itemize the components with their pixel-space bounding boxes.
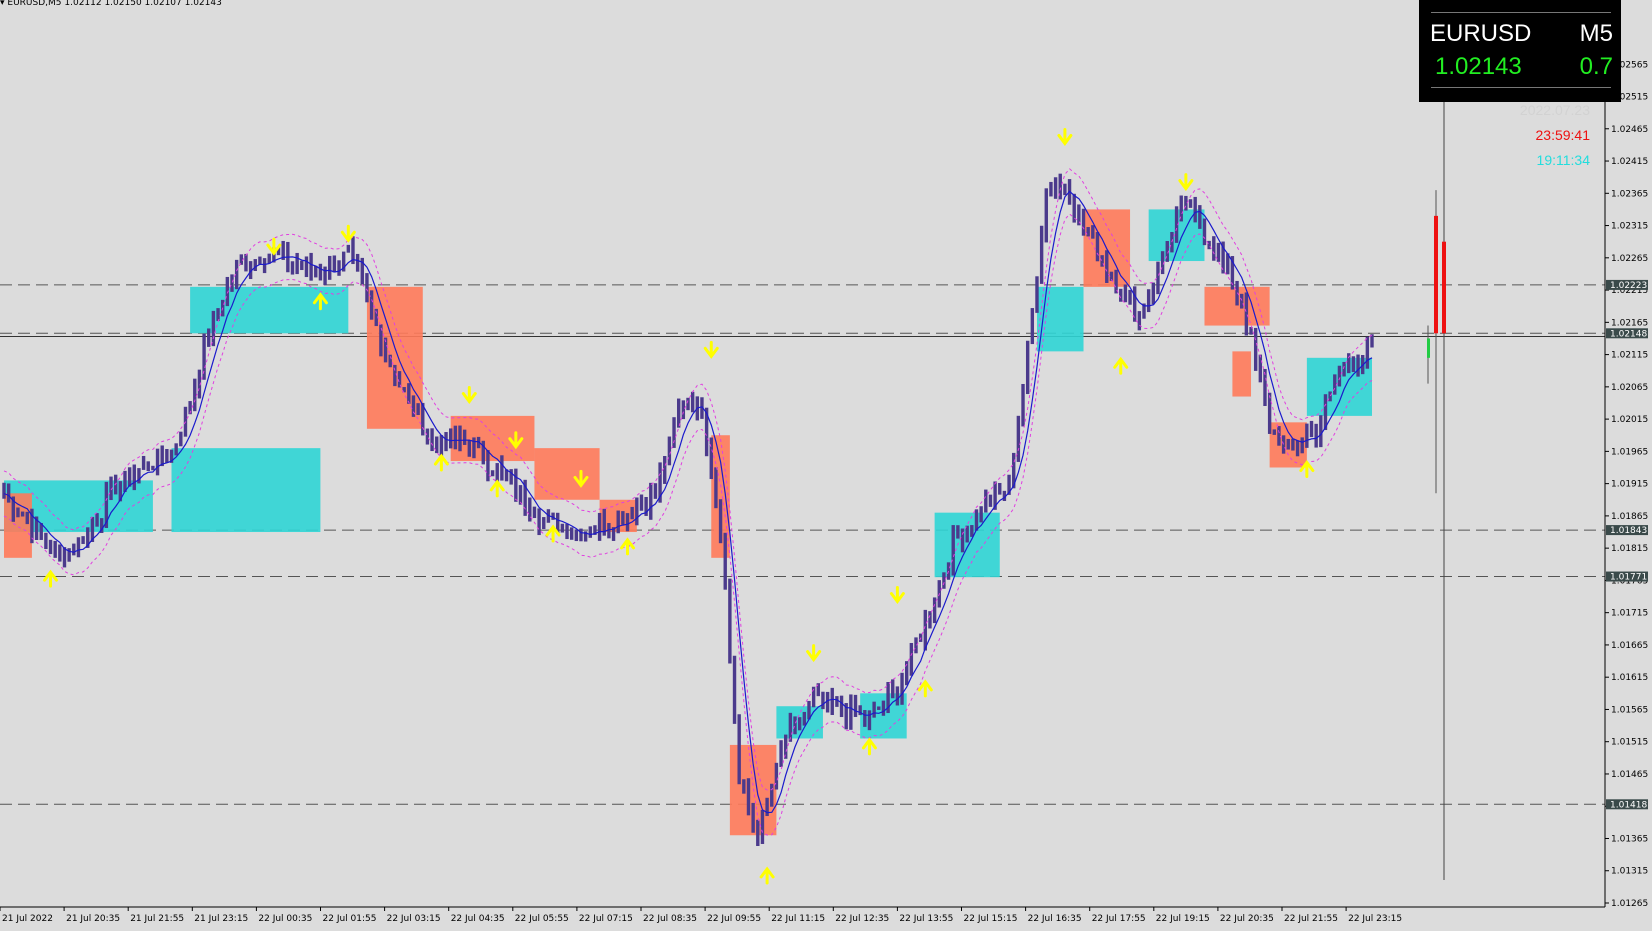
panel-spread: 0.7 (1579, 53, 1613, 80)
panel-bid: 1.02143 (1435, 53, 1522, 80)
y-tick-label: 1.02415 (1611, 157, 1648, 167)
y-tick-label: 1.01965 (1611, 447, 1648, 457)
panel-timeframe: M5 (1579, 20, 1613, 47)
level-price-label: 1.01418 (1610, 800, 1647, 810)
x-tick-label: 22 Jul 05:55 (515, 914, 569, 924)
bull-box (934, 512, 1000, 578)
countdown-red: 23:59:41 (1535, 127, 1591, 143)
y-tick-label: 1.02465 (1611, 125, 1648, 135)
y-tick-label: 1.01265 (1611, 899, 1648, 909)
y-tick-label: 1.01515 (1611, 738, 1648, 748)
panel-divider (1431, 12, 1611, 13)
y-tick-label: 1.02265 (1611, 254, 1648, 264)
y-tick-label: 1.01865 (1611, 512, 1648, 522)
bull-box (860, 693, 907, 739)
y-tick-label: 1.02115 (1611, 351, 1648, 361)
countdown-cyan: 19:11:34 (1536, 152, 1590, 168)
y-tick-label: 1.01615 (1611, 673, 1648, 683)
bear-box (534, 448, 600, 500)
y-tick-label: 1.02065 (1611, 383, 1648, 393)
x-tick-label: 22 Jul 00:35 (258, 914, 312, 924)
x-tick-label: 22 Jul 12:35 (835, 914, 889, 924)
bull-box (1036, 286, 1084, 352)
y-tick-label: 1.02015 (1611, 415, 1648, 425)
collapse-triangle-icon[interactable]: ▾ (0, 0, 5, 8)
y-tick-label: 1.02165 (1611, 318, 1648, 328)
y-tick-label: 1.01665 (1611, 641, 1648, 651)
header-quote: EURUSD,M5 1.02112 1.02150 1.02107 1.0214… (7, 0, 222, 8)
x-tick-label: 22 Jul 20:35 (1220, 914, 1274, 924)
x-tick-label: 22 Jul 09:55 (707, 914, 761, 924)
y-tick-label: 1.01315 (1611, 867, 1648, 877)
y-tick-label: 1.01915 (1611, 480, 1648, 490)
x-tick-label: 22 Jul 23:15 (1348, 914, 1402, 924)
x-tick-label: 22 Jul 07:15 (579, 914, 633, 924)
x-tick-label: 22 Jul 03:15 (387, 914, 441, 924)
x-tick-label: 21 Jul 20:35 (66, 914, 120, 924)
time-axis: 21 Jul 2022 21 Jul 20:35 21 Jul 21:55 21 Ju… (0, 906, 1605, 924)
x-tick-label: 22 Jul 08:35 (643, 914, 697, 924)
level-price-label: 1.01843 (1610, 526, 1647, 536)
bull-box (171, 448, 321, 533)
y-tick-label: 1.02365 (1611, 189, 1648, 199)
x-tick-label: 22 Jul 01:55 (323, 914, 377, 924)
panel-date: 2022.07.23 (1519, 102, 1590, 118)
x-tick-label: 22 Jul 15:15 (964, 914, 1018, 924)
x-tick-label: 22 Jul 17:55 (1092, 914, 1146, 924)
green-bar (1427, 338, 1430, 358)
level-price-label: 1.01771 (1610, 573, 1647, 583)
x-tick-label: 22 Jul 11:15 (771, 914, 825, 924)
x-tick-label: 22 Jul 19:15 (1156, 914, 1210, 924)
chart-header: ▾ EURUSD,M5 1.02112 1.02150 1.02107 1.02… (0, 0, 222, 8)
x-tick-label: 22 Jul 21:55 (1284, 914, 1338, 924)
level-price-label: 1.02148 (1610, 329, 1647, 339)
y-tick-label: 1.01815 (1611, 544, 1648, 554)
x-tick-label: 21 Jul 23:15 (194, 914, 248, 924)
symbol-panel: EURUSD M5 1.02143 0.7 (1419, 0, 1621, 102)
x-tick-label: 21 Jul 21:55 (130, 914, 184, 924)
x-tick-label: 22 Jul 04:35 (451, 914, 505, 924)
price-chart[interactable]: 1.025651.025151.024651.024151.023651.023… (0, 0, 1652, 931)
y-tick-label: 1.01715 (1611, 609, 1648, 619)
y-tick-label: 1.01465 (1611, 770, 1648, 780)
x-tick-label: 22 Jul 13:55 (899, 914, 953, 924)
y-tick-label: 1.01565 (1611, 705, 1648, 715)
red-bar (1442, 241, 1446, 334)
bear-box (1232, 351, 1252, 397)
x-tick-label: 22 Jul 16:35 (1028, 914, 1082, 924)
y-tick-label: 1.02315 (1611, 222, 1648, 232)
level-price-label: 1.02223 (1610, 281, 1647, 291)
y-tick-label: 1.01365 (1611, 834, 1648, 844)
red-bar (1434, 215, 1438, 334)
x-tick-label: 21 Jul 2022 (2, 914, 53, 924)
panel-symbol: EURUSD (1430, 20, 1532, 47)
price-axis: 1.025651.025151.024651.024151.023651.023… (1604, 0, 1648, 909)
bear-box (4, 493, 32, 558)
panel-divider (1431, 87, 1611, 88)
